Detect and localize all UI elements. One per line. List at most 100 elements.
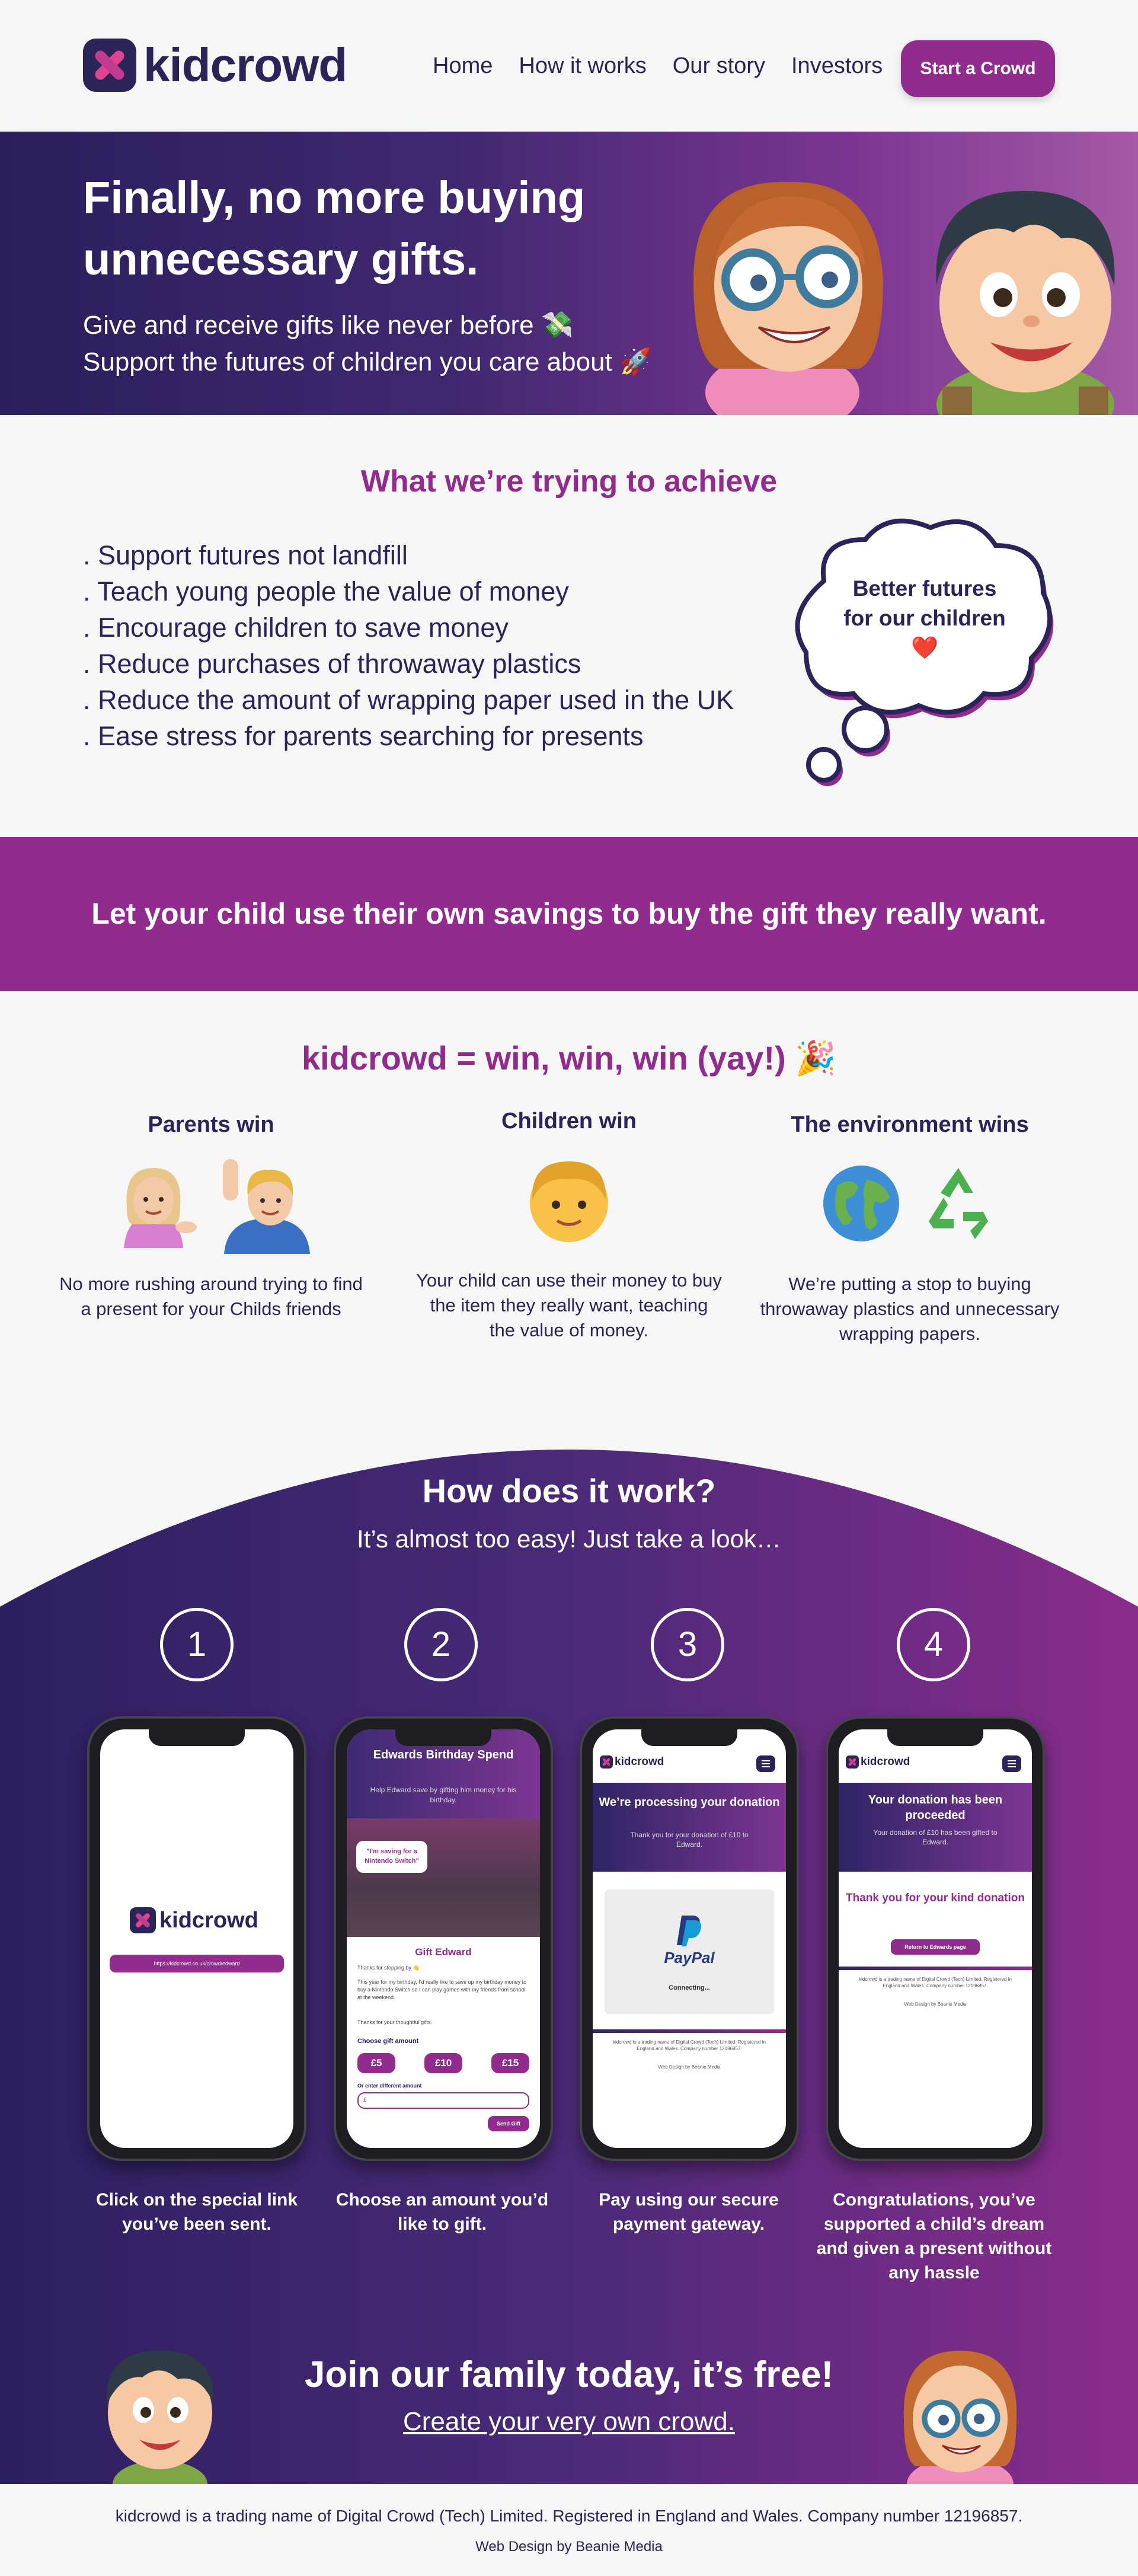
step-number-1: 1: [160, 1608, 234, 1681]
phone-step-4: kidcrowd Your donation has been proceede…: [826, 1716, 1045, 2161]
list-item: . Reduce the amount of wrapping paper us…: [83, 685, 734, 715]
savings-banner: Let your child use their own savings to …: [0, 837, 1138, 991]
kids-illustration: [693, 181, 1115, 415]
recycle-icon: [929, 1168, 988, 1239]
confirmation-title: Your donation has been proceeded: [868, 1793, 1003, 1822]
processing-title: We’re processing your donation: [599, 1796, 780, 1809]
logo-mark-icon: [600, 1755, 613, 1769]
phone-logo-text: kidcrowd: [615, 1755, 664, 1768]
list-item: . Support futures not landfill: [83, 540, 408, 570]
join-title: Join our family today, it’s free!: [304, 2354, 834, 2395]
amount-5-button[interactable]: £5: [357, 2053, 395, 2073]
phone-logo: kidcrowd: [130, 1907, 258, 1933]
crowd-title: Edwards Birthday Spend: [373, 1748, 514, 1761]
how-subtitle: It’s almost too easy! Just take a look…: [357, 1525, 781, 1553]
nav-how-it-works[interactable]: How it works: [519, 53, 646, 79]
bubble-text: Better futures for our children ❤️: [812, 574, 1037, 663]
crowd-body: This year for my birthday, I'd really li…: [357, 1979, 527, 2000]
return-button[interactable]: Return to Edwards page: [891, 1939, 980, 1955]
step-caption-2: Choose an amount you’d like to gift.: [335, 2190, 549, 2234]
special-link[interactable]: https://kidcrowd.co.uk/crowd/edward: [110, 1955, 284, 1972]
win-heading: Children win: [501, 1109, 637, 1134]
connecting-text: Connecting...: [669, 1984, 710, 1991]
phone-notch: [149, 1729, 245, 1746]
hero-subtitle-1: Give and receive gifts like never before…: [83, 311, 574, 340]
child-icon: [530, 1161, 608, 1242]
phone-screen: kidcrowd We’re processing your donation …: [593, 1729, 786, 2148]
phone-logo: kidcrowd: [846, 1755, 910, 1769]
amount-10-button[interactable]: £10: [424, 2053, 462, 2073]
create-crowd-link[interactable]: Create your very own crowd.: [0, 2407, 1138, 2437]
phone-step-1: kidcrowd https://kidcrowd.co.uk/crowd/ed…: [87, 1716, 306, 2161]
phone-notch: [641, 1729, 737, 1746]
list-item: . Reduce purchases of throwaway plastics: [83, 649, 581, 679]
crowd-subtitle: Help Edward save by gifting him money fo…: [370, 1786, 517, 1804]
menu-icon[interactable]: [756, 1755, 775, 1772]
site-header: kidcrowd Home How it works Our story Inv…: [0, 0, 1138, 132]
step-number-3: 3: [651, 1608, 724, 1681]
win-heading: Parents win: [148, 1112, 274, 1137]
other-amount-label: Or enter different amount: [357, 2083, 422, 2089]
amount-input[interactable]: £: [357, 2092, 529, 2109]
amount-15-button[interactable]: £15: [491, 2053, 529, 2073]
choose-amount-label: Choose gift amount: [357, 2038, 419, 2045]
nav-investors[interactable]: Investors: [791, 53, 883, 79]
footer-credit[interactable]: Web Design by Beanie Media: [0, 2539, 1138, 2555]
list-item: . Encourage children to save money: [83, 612, 509, 643]
phone-step-3: kidcrowd We’re processing your donation …: [580, 1716, 799, 2161]
phone-screen: kidcrowd Your donation has been proceede…: [839, 1729, 1032, 2148]
globe-icon: [823, 1166, 899, 1241]
how-title: How does it work?: [422, 1472, 716, 1509]
logo[interactable]: kidcrowd: [83, 38, 347, 92]
hero-subtitle-2: Support the futures of children you care…: [83, 347, 652, 376]
logo-mark-icon: [83, 39, 136, 92]
thanks-text: Thanks for stopping by 👋: [357, 1965, 420, 1971]
main-nav: Home How it works Our story Investors: [433, 53, 883, 79]
phone-credit: Web Design by Beanie Media: [658, 2064, 721, 2070]
send-gift-button[interactable]: Send Gift: [488, 2116, 529, 2131]
thanks-text-2: Thanks for your thoughtful gifts.: [357, 2019, 433, 2025]
win-heading: The environment wins: [791, 1112, 1029, 1137]
bubble-line-1: Better futures: [852, 576, 997, 601]
phone-step-2: Edwards Birthday Spend Help Edward save …: [334, 1716, 553, 2161]
hero-banner: Finally, no more buying unnecessary gift…: [0, 132, 1138, 415]
menu-icon[interactable]: [1002, 1755, 1021, 1772]
hero-title: Finally, no more buying unnecessary gift…: [83, 173, 586, 285]
gift-heading: Gift Edward: [415, 1946, 472, 1958]
win-text: Your child can use their money to buy th…: [416, 1270, 722, 1340]
achieve-title: What we’re trying to achieve: [360, 464, 778, 499]
phone-credit: Web Design by Beanie Media: [904, 2002, 967, 2007]
start-crowd-button[interactable]: Start a Crowd: [901, 40, 1055, 97]
step-number-4: 4: [897, 1608, 970, 1681]
nav-home[interactable]: Home: [433, 53, 493, 79]
site-footer: kidcrowd is a trading name of Digital Cr…: [0, 2484, 1138, 2576]
footer-legal: kidcrowd is a trading name of Digital Cr…: [115, 2507, 1023, 2525]
confirmation-panel: Your donation has been proceeded Your do…: [839, 1783, 1032, 1872]
speech-bubble: "I'm saving for a Nintendo Switch": [356, 1841, 427, 1873]
thank-you-heading: Thank you for your kind donation: [846, 1892, 1025, 1904]
bubble-line-2: for our children: [843, 606, 1006, 630]
heart-icon: ❤️: [910, 636, 939, 660]
win-text: We’re putting a stop to buying throwaway…: [760, 1273, 1060, 1344]
phone-screen: Edwards Birthday Spend Help Edward save …: [347, 1729, 540, 2148]
crowd-photo: [347, 1818, 540, 1937]
logo-mark-icon: [846, 1755, 859, 1769]
person-raising-hand-icon: [223, 1159, 310, 1254]
processing-subtitle: Thank you for your donation of £10 to Ed…: [630, 1831, 749, 1849]
step-caption-1: Click on the special link you’ve been se…: [95, 2190, 298, 2234]
person-tipping-hand-icon: [124, 1168, 197, 1248]
step-caption-3: Pay using our secure payment gateway.: [599, 2190, 779, 2234]
banner-text: Let your child use their own savings to …: [91, 897, 1047, 930]
confirmation-subtitle: Your donation of £10 has been gifted to …: [873, 1828, 998, 1846]
divider: [593, 2029, 786, 2033]
win-column-parents: Parents win No more rushing around tryin…: [57, 1112, 365, 1321]
nav-our-story[interactable]: Our story: [673, 53, 765, 79]
phone-footer: kidcrowd is a trading name of Digital Cr…: [613, 2039, 766, 2051]
list-item: . Teach young people the value of money: [83, 576, 569, 607]
win-text: No more rushing around trying to find a …: [59, 1273, 363, 1319]
paypal-text: PayPal: [664, 1949, 715, 1967]
phone-logo: kidcrowd: [600, 1755, 664, 1769]
phone-screen: kidcrowd https://kidcrowd.co.uk/crowd/ed…: [100, 1729, 293, 2148]
step-number-2: 2: [404, 1608, 478, 1681]
phone-logo-text: kidcrowd: [861, 1755, 910, 1768]
